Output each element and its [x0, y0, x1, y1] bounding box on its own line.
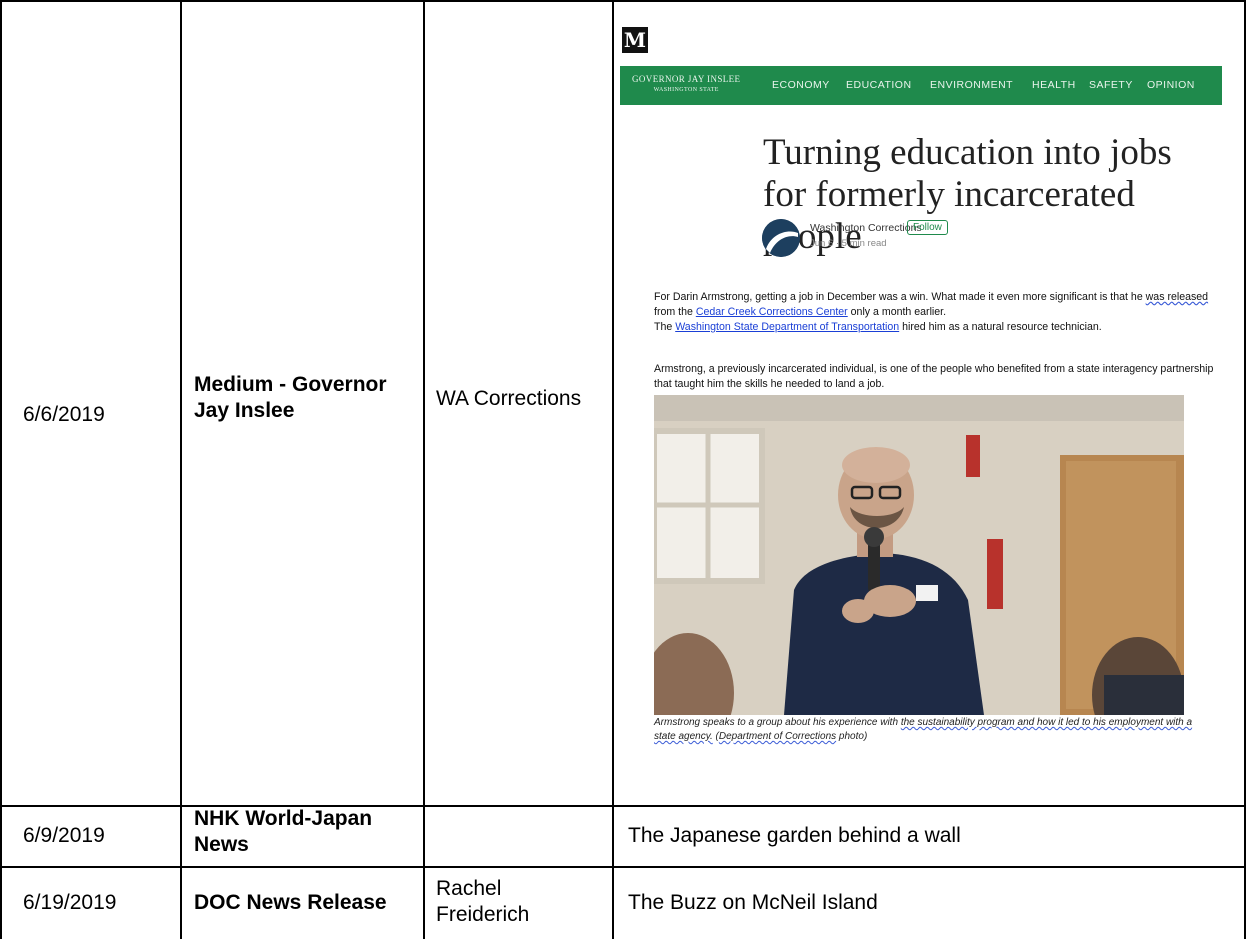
table-cell-outlet: DOC News Release — [194, 891, 387, 914]
nav-environment[interactable]: ENVIRONMENT — [930, 79, 1013, 91]
author-name[interactable]: Washington Corrections — [810, 222, 922, 234]
photo-caption: Armstrong speaks to a group about his ex… — [654, 716, 1214, 744]
article-photo — [654, 395, 1184, 715]
article-screenshot: M GOVERNOR JAY INSLEE WASHINGTON STATE E… — [620, 22, 1226, 768]
author-avatar[interactable] — [762, 219, 800, 257]
nav-safety[interactable]: SAFETY — [1089, 79, 1133, 91]
brand-line2: WASHINGTON STATE — [653, 87, 719, 93]
author-logo-icon — [762, 219, 800, 257]
nav-opinion[interactable]: OPINION — [1147, 79, 1195, 91]
text-span: Armstrong speaks to a group about his ex… — [654, 717, 901, 728]
table-row-divider — [0, 805, 1246, 807]
link-cedar-creek[interactable]: Cedar Creek Corrections Center — [696, 306, 848, 318]
medium-logo: M — [622, 27, 648, 53]
table-border-left — [0, 0, 2, 939]
nav-education[interactable]: EDUCATION — [846, 79, 912, 91]
table-column-divider — [180, 0, 182, 939]
link-wsdot[interactable]: Washington State Department of Transport… — [675, 321, 899, 333]
table-cell-date: 6/9/2019 — [23, 824, 105, 847]
text-span: only a month earlier. — [847, 306, 947, 318]
article-meta: Jun 6 · 5 min read — [810, 238, 887, 249]
table-cell-date: 6/6/2019 — [23, 403, 105, 426]
nav-economy[interactable]: ECONOMY — [772, 79, 830, 91]
follow-button[interactable]: Follow — [907, 220, 948, 235]
speaker-photo — [654, 395, 1184, 715]
article-paragraph-1: For Darin Armstrong, getting a job in De… — [654, 290, 1214, 335]
table-cell-title: The Buzz on McNeil Island — [628, 891, 878, 914]
site-nav-bar: GOVERNOR JAY INSLEE WASHINGTON STATE ECO… — [620, 66, 1222, 105]
brand-line1: GOVERNOR JAY INSLEE — [632, 74, 741, 84]
text-span: For Darin Armstrong, getting a job in De… — [654, 291, 1146, 303]
text-span: was released — [1145, 291, 1209, 303]
article-paragraph-2: Armstrong, a previously incarcerated ind… — [654, 363, 1214, 390]
table-row-divider — [0, 866, 1246, 868]
table-cell-date: 6/19/2019 — [23, 891, 117, 914]
text-span: Department of Corrections — [718, 731, 837, 742]
text-span: hired him as a natural resource technici… — [899, 321, 1102, 333]
text-span: photo) — [836, 731, 868, 742]
text-span: from the — [654, 306, 696, 318]
table-border-top — [0, 0, 1246, 2]
governor-brand: GOVERNOR JAY INSLEE WASHINGTON STATE — [632, 74, 740, 96]
table-cell-author: Rachel Freiderich — [436, 877, 530, 926]
table-cell-title: The Japanese garden behind a wall — [628, 824, 961, 847]
table-cell-outlet: Medium - Governor Jay Inslee — [194, 373, 387, 422]
nav-health[interactable]: HEALTH — [1032, 79, 1076, 91]
table-cell-author: WA Corrections — [436, 387, 582, 410]
table-cell-outlet: NHK World-Japan News — [194, 807, 373, 856]
table-column-divider — [423, 0, 425, 939]
text-span: The — [654, 321, 676, 333]
table-column-divider — [612, 0, 614, 939]
